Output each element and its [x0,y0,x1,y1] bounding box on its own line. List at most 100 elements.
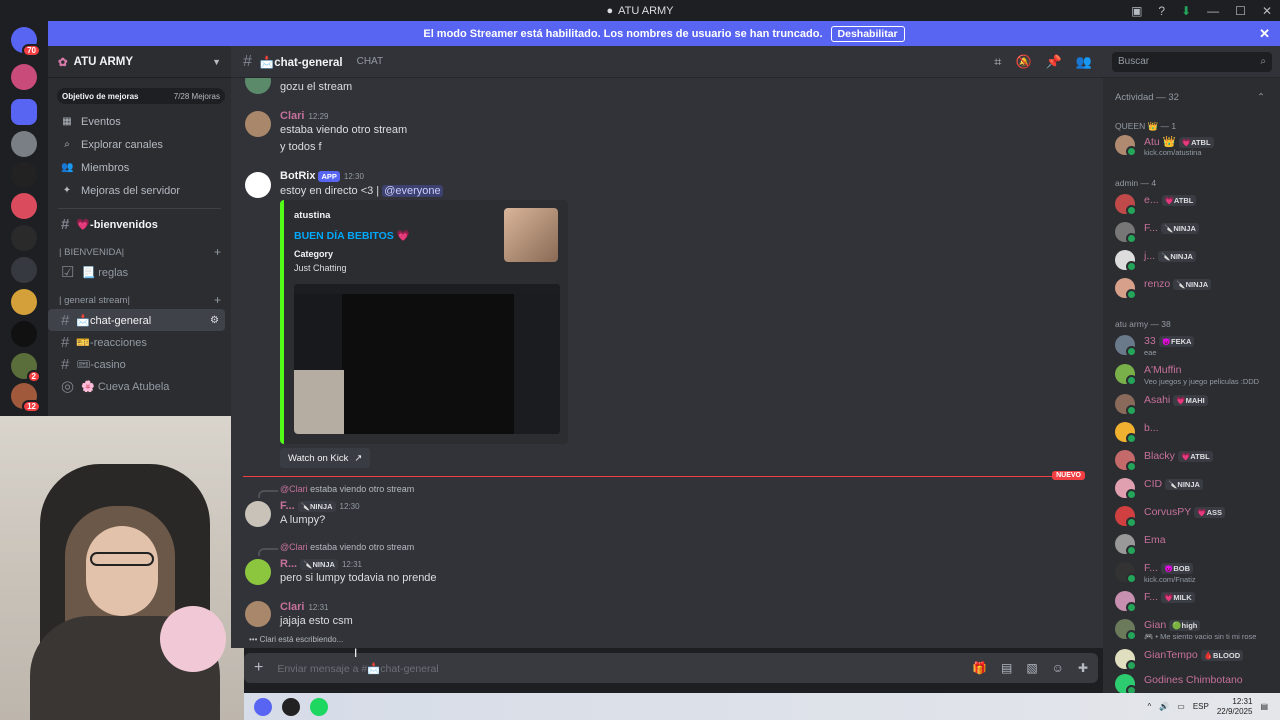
channel-reglas[interactable]: ☑ 📃 reglas [48,261,225,283]
channel-chat-general[interactable]: # 📩chat-general ⚙ [48,309,225,331]
close-button[interactable]: ✕ [1262,4,1272,18]
mention-everyone[interactable]: @everyone [382,185,443,197]
member-row[interactable]: Godines Chimbotano [1115,671,1275,693]
server-icon[interactable] [11,193,37,219]
avatar[interactable] [245,501,271,527]
member-row[interactable]: Gian 🟢high 🎮 • Me siento vacio sin ti mi r… [1115,616,1275,644]
server-icon[interactable] [11,225,37,251]
minimize-button[interactable]: — [1207,4,1219,18]
search-input[interactable]: Buscar ⌕ [1112,51,1272,72]
server-icon[interactable]: 12 [11,383,41,413]
member-row[interactable]: F... 😈BOB kick.com/Fnatiz [1115,559,1275,587]
sidebar-item-server-boost[interactable]: ✦ Mejoras del servidor [48,179,231,202]
server-icon-atu-army[interactable] [11,64,37,90]
member-row[interactable]: F... 💗MILK [1115,588,1275,616]
pinned-icon[interactable]: 📌 [1046,54,1062,70]
spotify-taskbar-icon[interactable] [310,697,328,716]
username[interactable]: BotRix [280,170,315,182]
username[interactable]: Clari [280,110,304,122]
member-row[interactable]: b... [1115,419,1275,447]
avatar[interactable] [245,559,271,585]
sidebar-item-events[interactable]: ▦ Eventos [48,110,231,133]
gift-icon[interactable]: 🎁 [972,661,987,675]
keyboard-language[interactable]: ESP [1193,702,1209,711]
server-badge: 2 [26,370,41,383]
username[interactable]: R... [280,558,297,570]
member-row[interactable]: j... 🔪NINJA [1115,247,1275,275]
threads-icon[interactable]: ⌗ [994,54,1001,70]
maximize-button[interactable]: ☐ [1235,4,1246,18]
direct-messages-icon[interactable]: 70 [11,27,41,57]
channel-casino[interactable]: # 🎟-casino [48,353,225,375]
embed-thumbnail[interactable] [504,208,558,262]
member-row[interactable]: e... 💗ATBL [1115,191,1275,219]
notifications-icon[interactable]: 🔕 [1015,54,1031,70]
server-icon[interactable]: 2 [11,353,41,383]
role-tag: 🔪NINJA [1165,479,1203,490]
boost-goal-bar[interactable]: Objetivo de mejoras 7/28 Mejoras [57,88,225,104]
reply-text: estaba viendo otro stream [310,484,415,494]
tray-chevron-icon[interactable]: ^ [1148,702,1152,711]
avatar[interactable] [245,172,271,198]
member-row[interactable]: CID 🔪NINJA [1115,475,1275,503]
add-channel-icon[interactable]: + [214,245,231,259]
download-icon[interactable]: ⬇ [1181,4,1191,18]
username[interactable]: F... [280,500,295,512]
embed-title[interactable]: BUEN DÍA BEBITOS 💗 [294,229,410,242]
server-icon[interactable] [11,257,37,283]
message-input[interactable]: Enviar mensaje a #📩chat-general [277,662,958,675]
notifications-icon[interactable]: ▤ [1260,702,1268,711]
category-general-stream[interactable]: | general stream| + [48,291,231,309]
member-row[interactable]: renzo 🔪NINJA [1115,275,1275,303]
sidebar-item-browse-channels[interactable]: ⌕ Explorar canales [48,133,231,156]
channel-reacciones[interactable]: # 🎫-reacciones [48,331,225,353]
server-icon[interactable] [11,131,37,157]
discord-taskbar-icon[interactable] [254,697,272,716]
server-icon[interactable] [11,321,37,347]
member-row[interactable]: F... 🔪NINJA [1115,219,1275,247]
member-row[interactable]: 33 😈FEKA eae [1115,332,1275,360]
disable-streamer-mode-button[interactable]: Deshabilitar [830,25,905,42]
emoji-icon[interactable]: ☺ [1052,661,1064,675]
reply-preview[interactable]: @Clari estaba viendo otro stream [280,542,414,552]
member-row[interactable]: Atu 👑 💗ATBL kick.com/atustina [1115,132,1275,160]
embed-stream-preview[interactable] [294,284,560,434]
channel-settings-icon[interactable]: ⚙ [210,315,225,326]
add-channel-icon[interactable]: + [214,293,231,307]
member-list-icon[interactable]: 👥 [1076,54,1092,70]
avatar[interactable] [245,78,271,94]
username[interactable]: Clari [280,601,304,613]
volume-icon[interactable]: 🔊 [1159,702,1169,711]
server-icon[interactable] [11,162,37,188]
server-folder-icon[interactable] [11,99,37,125]
avatar[interactable] [245,601,271,627]
member-row[interactable]: Ema [1115,531,1275,559]
clock[interactable]: 12:31 22/9/2025 [1217,697,1253,717]
member-row[interactable]: CorvusPY 💗ASS [1115,503,1275,531]
sticker-icon[interactable]: ▧ [1026,661,1037,675]
inbox-icon[interactable]: ▣ [1131,4,1142,18]
member-row[interactable]: A'Muffin Veo juegos y juego peliculas :DD… [1115,361,1275,389]
guild-header[interactable]: ✿ ATU ARMY ▼ [48,46,231,78]
member-row[interactable]: Blacky 💗ATBL [1115,447,1275,475]
attach-plus-icon[interactable]: + [254,659,263,677]
avatar[interactable] [245,111,271,137]
channel-bienvenidos[interactable]: # 💗-bienvenidos [48,213,225,235]
activity-header[interactable]: Actividad — 32 ⌃ [1115,92,1265,103]
sidebar-item-members[interactable]: 👥 Miembros [48,156,231,179]
embed-author[interactable]: atustina [294,210,330,221]
category-bienvenida[interactable]: | BIENVENIDA| + [48,243,231,261]
network-icon[interactable]: ▭ [1177,702,1185,711]
reply-preview[interactable]: @Clari estaba viendo otro stream [280,484,414,494]
gif-icon[interactable]: ▤ [1001,661,1012,675]
banner-close-icon[interactable]: ✕ [1259,26,1270,42]
message-composer[interactable]: + Enviar mensaje a #📩chat-general 🎁 ▤ ▧ … [244,653,1098,683]
help-icon[interactable]: ? [1158,4,1165,18]
server-icon[interactable] [11,289,37,315]
member-row[interactable]: Asahi 💗MAHI [1115,391,1275,419]
obs-taskbar-icon[interactable] [282,697,300,716]
watch-on-kick-button[interactable]: Watch on Kick ↗ [280,448,371,468]
member-row[interactable]: GianTempo 🩸BLOOD [1115,646,1275,674]
apps-icon[interactable]: ✚ [1078,661,1088,675]
channel-cueva-atubela[interactable]: ◎ 🌸 Cueva Atubela [48,375,225,397]
